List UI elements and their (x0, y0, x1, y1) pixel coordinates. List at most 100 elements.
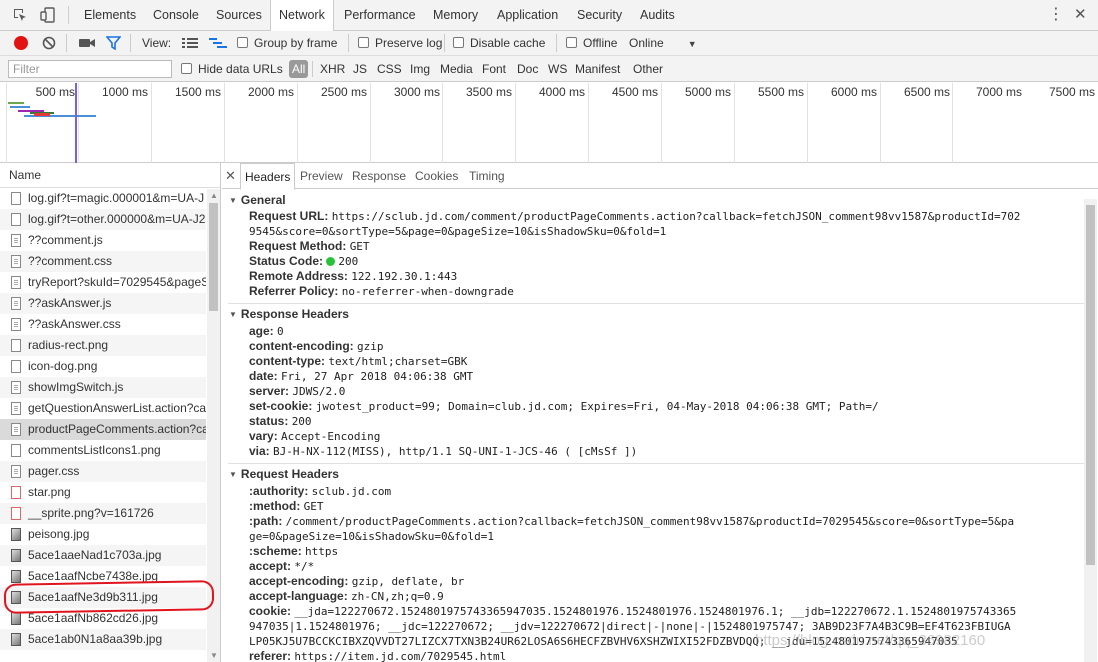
request-headers-section-toggle[interactable]: Request Headers (229, 467, 339, 481)
close-detail-icon[interactable]: ✕ (225, 168, 236, 184)
request-row[interactable]: tryReport?skuId=7029545&pageS (0, 272, 206, 293)
request-row[interactable]: showImgSwitch.js (0, 377, 206, 398)
clear-icon[interactable] (42, 36, 56, 50)
request-row[interactable]: icon-dog.png (0, 356, 206, 377)
checkbox-icon (566, 37, 577, 48)
header-row: content-encoding: gzip (249, 339, 384, 353)
response-headers-section-toggle[interactable]: Response Headers (229, 307, 349, 321)
waterfall-icon[interactable] (209, 37, 227, 49)
timeline-tick-label: 2500 ms (320, 85, 367, 99)
request-row-selected[interactable]: productPageComments.action?ca (0, 419, 206, 440)
filter-type-img[interactable]: Img (407, 60, 433, 78)
name-column-header[interactable]: Name (0, 163, 220, 188)
request-row[interactable]: log.gif?t=other.000000&m=UA-J2 (0, 209, 206, 230)
request-row[interactable]: ??askAnswer.js (0, 293, 206, 314)
request-row[interactable]: __sprite.png?v=161726 (0, 503, 206, 524)
preserve-log-checkbox[interactable]: Preserve log (358, 35, 442, 52)
tab-timing[interactable]: Timing (465, 163, 509, 189)
request-row[interactable]: radius-rect.png (0, 335, 206, 356)
scroll-down-icon[interactable]: ▼ (210, 651, 218, 660)
timeline-tick-label: 7500 ms (1048, 85, 1095, 99)
image-file-icon (11, 360, 21, 373)
filter-type-css[interactable]: CSS (374, 60, 405, 78)
timeline-tick-label: 7000 ms (975, 85, 1022, 99)
throttling-value: Online (629, 36, 664, 50)
tab-memory[interactable]: Memory (425, 0, 486, 31)
request-row[interactable]: 5ace1ab0N1a8aa39b.jpg (0, 629, 206, 650)
header-row: set-cookie: jwotest_product=99; Domain=c… (249, 399, 879, 413)
referrer-policy-row: Referrer Policy: no-referrer-when-downgr… (249, 284, 514, 298)
request-row[interactable]: log.gif?t=magic.000001&m=UA-J (0, 188, 206, 209)
image-file-icon (11, 570, 21, 583)
filter-type-media[interactable]: Media (437, 60, 476, 78)
toolbar-separator (556, 34, 557, 52)
general-section-toggle[interactable]: General (229, 193, 286, 207)
filter-type-xhr[interactable]: XHR (317, 60, 348, 78)
request-row[interactable]: ??comment.js (0, 230, 206, 251)
request-row[interactable]: star.png (0, 482, 206, 503)
header-row: :method: GET (249, 499, 324, 513)
tab-cookies[interactable]: Cookies (411, 163, 462, 189)
tab-network[interactable]: Network (270, 0, 334, 32)
more-options-icon[interactable]: ⋮ (1048, 5, 1064, 25)
header-row-cont: ge=0&pageSize=10&isShadowSku=0&fold=1 (249, 530, 495, 543)
close-devtools-icon[interactable]: ✕ (1074, 5, 1087, 25)
group-by-frame-checkbox[interactable]: Group by frame (237, 35, 337, 52)
tab-elements[interactable]: Elements (76, 0, 144, 31)
offline-checkbox[interactable]: Offline (566, 35, 617, 52)
timeline-tick-label: 5000 ms (684, 85, 731, 99)
disable-cache-checkbox[interactable]: Disable cache (453, 35, 545, 52)
capture-screenshots-icon[interactable] (79, 37, 95, 49)
tab-security[interactable]: Security (569, 0, 630, 31)
red-highlight-annotation (3, 580, 215, 614)
request-row[interactable]: ??askAnswer.css (0, 314, 206, 335)
request-row[interactable]: getQuestionAnswerList.action?ca (0, 398, 206, 419)
scroll-up-icon[interactable]: ▲ (210, 191, 218, 200)
large-rows-icon[interactable] (182, 37, 198, 49)
tab-audits[interactable]: Audits (632, 0, 683, 31)
filter-icon[interactable] (106, 36, 121, 50)
header-row: cookie: __jda=122270672.1524801975743365… (249, 604, 1017, 618)
timeline-tick-label: 2000 ms (247, 85, 294, 99)
filter-type-other[interactable]: Other (630, 60, 666, 78)
tab-console[interactable]: Console (145, 0, 207, 31)
header-row: age: 0 (249, 324, 284, 338)
inspect-element-icon[interactable] (12, 7, 28, 23)
request-row[interactable]: peisong.jpg (0, 524, 206, 545)
tab-performance[interactable]: Performance (336, 0, 424, 31)
hide-data-urls-checkbox[interactable]: Hide data URLs (181, 61, 283, 78)
request-row[interactable]: pager.css (0, 461, 206, 482)
tab-headers[interactable]: Headers (240, 163, 296, 190)
filter-type-font[interactable]: Font (479, 60, 509, 78)
status-ok-icon (326, 257, 336, 266)
device-toolbar-icon[interactable] (40, 7, 56, 23)
detail-scrollbar[interactable] (1084, 199, 1097, 662)
tab-response[interactable]: Response (348, 163, 410, 189)
throttling-select[interactable]: Online ▼ (629, 35, 697, 52)
header-row: :scheme: https (249, 544, 339, 558)
timeline-tick-label: 3000 ms (393, 85, 440, 99)
record-button[interactable] (14, 36, 28, 50)
filter-type-doc[interactable]: Doc (514, 60, 541, 78)
tab-sources[interactable]: Sources (208, 0, 270, 31)
timeline-tick-label: 1500 ms (174, 85, 221, 99)
overview-timeline[interactable]: 500 ms 1000 ms 1500 ms 2000 ms 2500 ms 3… (0, 83, 1098, 163)
filter-type-all[interactable]: All (289, 60, 309, 78)
view-label: View: (142, 36, 172, 50)
request-row[interactable]: ??comment.css (0, 251, 206, 272)
scrollbar-thumb[interactable] (209, 203, 218, 311)
filter-type-ws[interactable]: WS (545, 60, 570, 78)
timeline-tick-label: 3500 ms (465, 85, 512, 99)
tab-application[interactable]: Application (489, 0, 566, 31)
devtools-tabbar: Elements Console Sources Network Perform… (0, 0, 1098, 32)
request-row[interactable]: 5ace1aaeNad1c703a.jpg (0, 545, 206, 566)
header-row: accept-language: zh-CN,zh;q=0.9 (249, 589, 444, 603)
dom-content-loaded-marker (75, 83, 77, 163)
filter-type-js[interactable]: JS (350, 60, 370, 78)
tab-preview[interactable]: Preview (296, 163, 347, 189)
request-row[interactable]: commentsListIcons1.png (0, 440, 206, 461)
filter-type-manifest[interactable]: Manifest (572, 60, 623, 78)
timeline-tick-label: 1000 ms (101, 85, 148, 99)
filter-input[interactable] (8, 60, 172, 78)
scrollbar-thumb[interactable] (1086, 205, 1095, 565)
